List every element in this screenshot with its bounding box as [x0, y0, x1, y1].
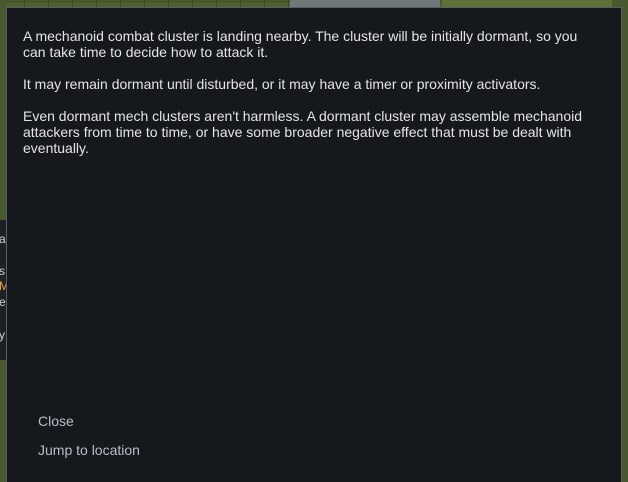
dialog-options: Close Jump to location — [38, 412, 140, 470]
letter-dialog: A mechanoid combat cluster is landing ne… — [6, 7, 622, 482]
close-button[interactable]: Close — [38, 412, 74, 430]
dialog-paragraph: A mechanoid combat cluster is landing ne… — [23, 28, 578, 60]
dialog-paragraph: Even dormant mech clusters aren't harmle… — [23, 108, 583, 156]
jump-to-location-button[interactable]: Jump to location — [38, 441, 140, 459]
dialog-paragraph: It may remain dormant until disturbed, o… — [23, 76, 541, 92]
dialog-body: A mechanoid combat cluster is landing ne… — [23, 28, 595, 172]
